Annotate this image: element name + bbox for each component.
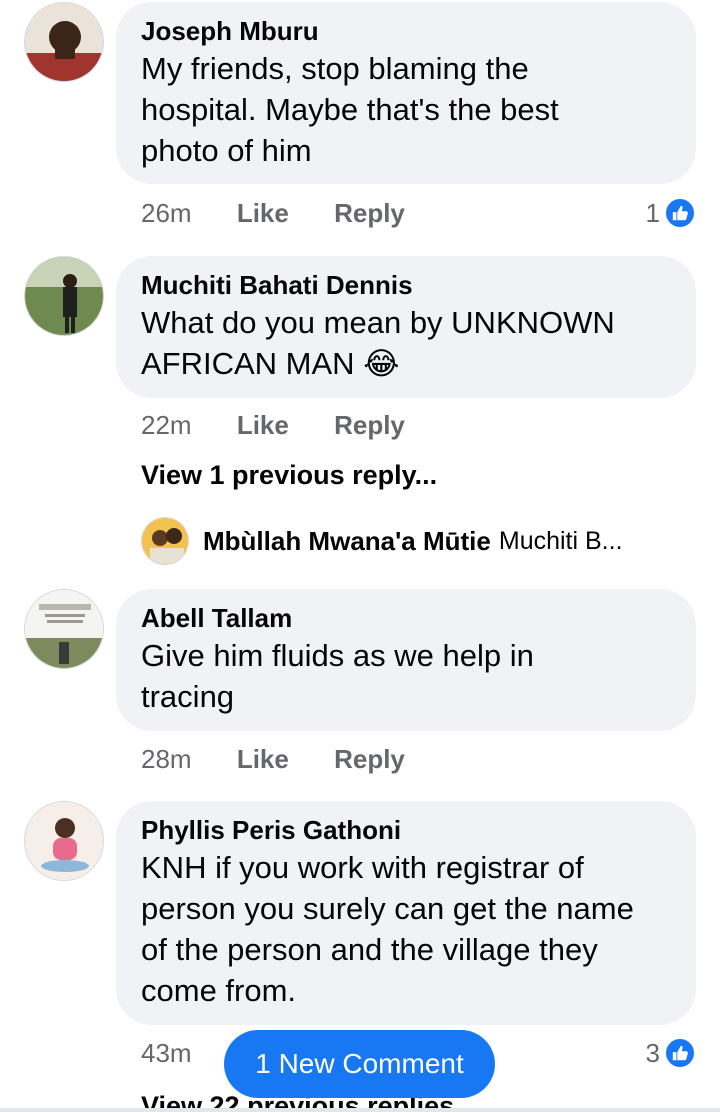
comment-author[interactable]: Joseph Mburu [141,16,670,46]
like-button[interactable]: Like [237,409,289,441]
new-comment-button[interactable]: 1 New Comment [224,1030,495,1098]
comment-time: 26m [141,198,192,228]
comment-line: Give him fluids as we help in [141,638,534,673]
comment-line: hospital. Maybe that's the best [141,92,559,127]
comment-line: AFRICAN MAN 😂 [141,343,670,384]
comment-text: My friends, stop blaming the hospital. M… [141,48,670,171]
comment-time: 43m [141,1038,192,1068]
comment-line: What do you mean by UNKNOWN [141,305,615,340]
comment-author[interactable]: Phyllis Peris Gathoni [141,815,670,845]
reaction-summary[interactable]: 1 [646,197,696,229]
comment-line: person you surely can get the name [141,891,634,926]
reply-preview[interactable]: Mbùllah Mwana'a Mūtie Muchiti B... [141,517,623,565]
comment-line: photo of him [141,133,312,168]
thumbs-up-icon [664,197,696,229]
comment-time: 28m [141,744,192,774]
comment-actions: 28m Like Reply [141,743,405,775]
comment-bubble: Muchiti Bahati Dennis What do you mean b… [116,256,696,398]
avatar-abell-tallam[interactable] [24,589,104,669]
comment-bubble: Phyllis Peris Gathoni KNH if you work wi… [116,801,696,1025]
laughing-emoji-icon: 😂 [363,346,400,381]
comment-time: 22m [141,410,192,440]
comment-author[interactable]: Muchiti Bahati Dennis [141,270,670,300]
thumbs-up-icon [664,1037,696,1069]
comment-text: Give him fluids as we help in tracing [141,635,670,717]
like-button[interactable]: Like [237,743,289,775]
comment-line: KNH if you work with registrar of [141,850,584,885]
reply-button[interactable]: Reply [334,197,405,229]
view-previous-reply-link[interactable]: View 1 previous reply... [141,460,437,491]
reply-snippet: Muchiti B... [498,526,623,555]
reply-button[interactable]: Reply [334,743,405,775]
avatar-muchiti-bahati-dennis[interactable] [24,256,104,336]
comment-text: What do you mean by UNKNOWN AFRICAN MAN … [141,302,670,384]
comment-bubble: Joseph Mburu My friends, stop blaming th… [116,2,696,184]
reply-author[interactable]: Mbùllah Mwana'a Mūtie [203,526,491,557]
avatar-phyllis-peris-gathoni[interactable] [24,801,104,881]
avatar-joseph-mburu[interactable] [24,2,104,82]
avatar-reply-author[interactable] [141,517,189,565]
comment-actions: 22m Like Reply [141,409,405,441]
comment-line: of the person and the village they [141,932,598,967]
divider [0,1108,720,1112]
comment-actions: 26m Like Reply [141,197,405,229]
comment-line: tracing [141,679,235,714]
comment-text: KNH if you work with registrar of person… [141,847,670,1011]
reaction-summary[interactable]: 3 [646,1037,696,1069]
like-button[interactable]: Like [237,197,289,229]
reply-button[interactable]: Reply [334,409,405,441]
comment-actions: 43m [141,1037,192,1069]
reaction-count: 1 [645,198,660,228]
comment-author[interactable]: Abell Tallam [141,603,670,633]
comment-line: come from. [141,973,297,1008]
comment-bubble: Abell Tallam Give him fluids as we help … [116,589,696,731]
comment-line: My friends, stop blaming the [141,51,529,86]
reaction-count: 3 [645,1038,660,1068]
comment-line-text: AFRICAN MAN [141,346,355,381]
